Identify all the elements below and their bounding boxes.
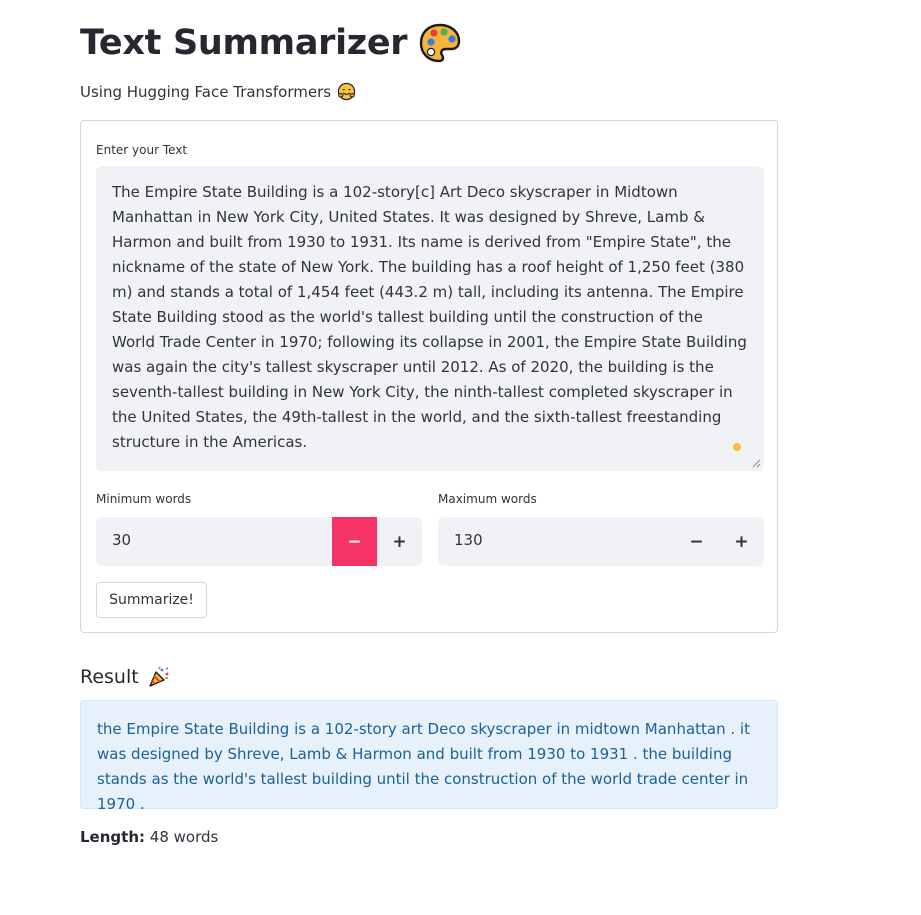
- text-input[interactable]: The Empire State Building is a 102-story…: [96, 166, 764, 471]
- resize-grip-icon[interactable]: [751, 458, 761, 468]
- min-words-increment-button[interactable]: +: [377, 517, 422, 566]
- min-words-value[interactable]: 30: [112, 531, 131, 549]
- max-words-decrement-button[interactable]: −: [674, 517, 719, 566]
- min-words-input[interactable]: 30 − +: [96, 517, 422, 566]
- page-subtitle-text: Using Hugging Face Transformers: [80, 82, 332, 101]
- page-title: Text Summarizer: [80, 22, 461, 64]
- max-words-label: Maximum words: [438, 492, 537, 506]
- max-words-increment-button[interactable]: +: [719, 517, 764, 566]
- result-heading: Result: [80, 665, 171, 689]
- summary-length-value: 48 words: [149, 828, 219, 846]
- summarize-button[interactable]: Summarize!: [96, 582, 207, 618]
- max-words-input[interactable]: 130 − +: [438, 517, 764, 566]
- summary-length: Length: 48 words: [80, 828, 218, 846]
- text-input-value[interactable]: The Empire State Building is a 102-story…: [112, 183, 747, 451]
- party-popper-icon: [147, 665, 171, 689]
- artist-palette-icon: [419, 22, 461, 64]
- hugging-face-icon: [337, 82, 356, 101]
- min-words-label: Minimum words: [96, 492, 192, 506]
- page-title-text: Text Summarizer: [80, 23, 408, 63]
- result-heading-text: Result: [80, 666, 139, 688]
- page-subtitle: Using Hugging Face Transformers: [80, 82, 356, 101]
- summary-length-label: Length:: [80, 828, 145, 846]
- min-words-decrement-button[interactable]: −: [332, 517, 377, 566]
- text-input-label: Enter your Text: [96, 143, 188, 157]
- max-words-value[interactable]: 130: [454, 531, 483, 549]
- result-summary: the Empire State Building is a 102-story…: [80, 700, 778, 813]
- running-indicator-icon: [733, 443, 741, 451]
- summarize-form: Enter your Text The Empire State Buildin…: [80, 120, 778, 633]
- result-summary-text: the Empire State Building is a 102-story…: [97, 720, 750, 813]
